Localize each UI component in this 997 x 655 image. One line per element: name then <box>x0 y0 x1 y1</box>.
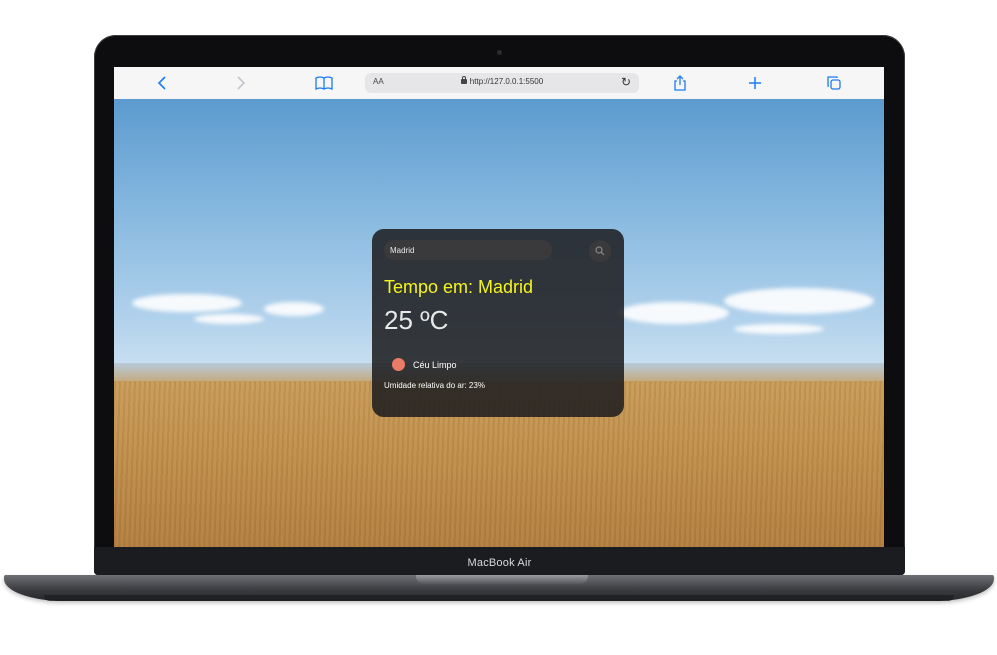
laptop-base <box>4 575 994 601</box>
weather-title: Tempo em: Madrid <box>384 277 534 297</box>
trackpad-notch <box>416 575 588 584</box>
cloud <box>132 294 242 312</box>
back-icon[interactable] <box>153 75 171 91</box>
temperature: 25 ºC <box>384 305 449 335</box>
url-text: http://127.0.0.1:5500 <box>469 77 544 86</box>
screen-bezel-chin: MacBook Air <box>94 547 905 575</box>
cloud <box>264 302 324 316</box>
cloud <box>194 314 264 324</box>
model-label: MacBook Air <box>467 557 532 569</box>
lock-icon <box>460 76 467 84</box>
search-button[interactable] <box>589 240 611 262</box>
cloud <box>619 302 729 324</box>
weather-condition-icon <box>392 358 405 371</box>
weather-description: Céu Limpo <box>413 359 457 370</box>
weather-condition: Céu Limpo <box>392 358 457 371</box>
reload-icon[interactable]: ↻ <box>621 75 631 89</box>
city-search-input[interactable] <box>384 240 552 260</box>
bookmarks-icon[interactable] <box>315 75 333 91</box>
weather-card: Tempo em: Madrid 25 ºC Céu Limpo Umidade… <box>372 229 624 417</box>
url-text-row: http://127.0.0.1:5500 <box>365 76 639 86</box>
humidity-text: Umidade relativa do ar: 23% <box>384 381 485 390</box>
tabs-overview-icon[interactable] <box>825 75 843 91</box>
share-icon[interactable] <box>671 75 689 91</box>
camera <box>497 50 502 55</box>
base-shadow <box>44 595 954 601</box>
cloud <box>734 324 824 334</box>
browser-toolbar: AA http://127.0.0.1:5500 ↻ <box>114 67 884 100</box>
screen: AA http://127.0.0.1:5500 ↻ Madrid Tempo … <box>114 67 884 547</box>
cloud <box>724 288 874 314</box>
new-tab-icon[interactable] <box>746 75 764 91</box>
address-bar[interactable]: AA http://127.0.0.1:5500 ↻ <box>365 73 639 93</box>
search-icon <box>595 246 605 256</box>
laptop-lid: AA http://127.0.0.1:5500 ↻ Madrid Tempo … <box>94 35 905 575</box>
page-background: Tempo em: Madrid 25 ºC Céu Limpo Umidade… <box>114 99 884 547</box>
forward-icon[interactable] <box>232 75 250 91</box>
